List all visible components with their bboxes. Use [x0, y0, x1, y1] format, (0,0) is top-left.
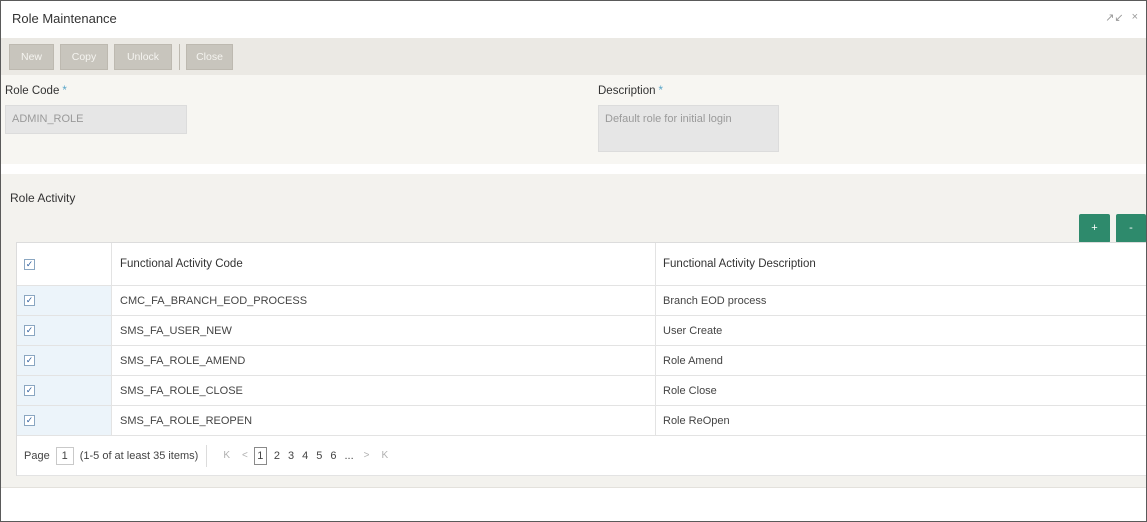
pager: Page 1 (1-5 of at least 35 items) K < 1 … — [17, 436, 1146, 476]
page-input[interactable]: 1 — [55, 446, 74, 465]
page-number[interactable]: 2 — [274, 450, 280, 462]
row-checkbox[interactable]: ✓ — [24, 325, 35, 336]
table-row[interactable]: ✓ SMS_FA_USER_NEW User Create — [17, 316, 1146, 346]
unlock-button[interactable]: Unlock — [114, 44, 172, 70]
pager-divider — [206, 444, 208, 467]
activity-description: Role Close — [663, 384, 717, 397]
column-header-code[interactable]: Functional Activity Code — [112, 243, 656, 285]
toolbar: New Copy Unlock Close — [1, 38, 1146, 75]
role-form: Role Code * ADMIN_ROLE Description * Defau… — [1, 75, 1146, 164]
activity-code: SMS_FA_ROLE_CLOSE — [112, 376, 656, 405]
role-code-label-text: Role Code — [5, 85, 60, 97]
activity-code: CMC_FA_BRANCH_EOD_PROCESS — [112, 286, 656, 315]
page-number[interactable]: 3 — [288, 450, 294, 462]
row-checkbox[interactable]: ✓ — [24, 355, 35, 366]
next-page-icon[interactable]: > — [364, 450, 370, 461]
table-row[interactable]: ✓ SMS_FA_ROLE_CLOSE Role Close — [17, 376, 1146, 406]
page-number[interactable]: 5 — [316, 450, 322, 462]
prev-page-icon[interactable]: < — [242, 450, 248, 461]
first-page-icon[interactable]: K — [223, 450, 230, 461]
row-select-cell: ✓ — [17, 286, 112, 315]
table-row[interactable]: ✓ SMS_FA_ROLE_AMEND Role Amend — [17, 346, 1146, 376]
new-button[interactable]: New — [9, 44, 54, 70]
role-activity-section: Role Activity + - ✓ Functional Activity … — [1, 174, 1146, 488]
activity-code: SMS_FA_ROLE_REOPEN — [112, 406, 656, 435]
toolbar-divider — [179, 44, 180, 70]
add-row-button[interactable]: + — [1079, 214, 1110, 243]
row-checkbox[interactable]: ✓ — [24, 295, 35, 306]
role-code-field[interactable]: ADMIN_ROLE — [5, 105, 187, 134]
activity-description: Role Amend — [663, 354, 723, 367]
activity-description: Branch EOD process — [663, 294, 767, 307]
row-select-cell: ✓ — [17, 346, 112, 375]
title-bar: Role Maintenance ↗↙ × — [1, 1, 1146, 37]
page-number[interactable]: 6 — [330, 450, 336, 462]
row-checkbox[interactable]: ✓ — [24, 385, 35, 396]
remove-row-button[interactable]: - — [1116, 214, 1146, 243]
page-number-current[interactable]: 1 — [253, 446, 267, 465]
description-field[interactable]: Default role for initial login — [598, 105, 779, 152]
close-button[interactable]: Close — [186, 44, 233, 70]
page-ellipsis[interactable]: ... — [344, 450, 353, 462]
window-title: Role Maintenance — [12, 11, 117, 26]
page-label: Page — [24, 449, 50, 462]
page-summary: (1-5 of at least 35 items) — [79, 449, 199, 462]
table-row[interactable]: ✓ SMS_FA_ROLE_REOPEN Role ReOpen — [17, 406, 1146, 436]
window-controls: ↗↙ × — [1105, 11, 1138, 24]
description-label-text: Description — [598, 85, 656, 97]
copy-button[interactable]: Copy — [60, 44, 108, 70]
last-page-icon[interactable]: K — [381, 450, 388, 461]
close-icon[interactable]: × — [1132, 11, 1138, 24]
activity-code: SMS_FA_ROLE_AMEND — [112, 346, 656, 375]
role-activity-grid: ✓ Functional Activity Code Functional Ac… — [16, 242, 1146, 476]
table-row[interactable]: ✓ CMC_FA_BRANCH_EOD_PROCESS Branch EOD p… — [17, 286, 1146, 316]
activity-code: SMS_FA_USER_NEW — [112, 316, 656, 345]
row-checkbox[interactable]: ✓ — [24, 415, 35, 426]
activity-description: Role ReOpen — [663, 414, 730, 427]
role-code-label: Role Code * — [5, 85, 67, 97]
select-all-checkbox[interactable]: ✓ — [24, 258, 35, 270]
grid-header: ✓ Functional Activity Code Functional Ac… — [17, 243, 1146, 286]
restore-icon[interactable]: ↗↙ — [1105, 11, 1123, 24]
required-marker: * — [62, 85, 67, 97]
row-select-cell: ✓ — [17, 406, 112, 435]
row-select-cell: ✓ — [17, 316, 112, 345]
column-header-description[interactable]: Functional Activity Description — [656, 243, 1146, 285]
required-marker: * — [658, 85, 664, 97]
row-select-cell: ✓ — [17, 376, 112, 405]
role-activity-title: Role Activity — [10, 191, 76, 205]
description-label: Description * — [598, 85, 663, 97]
activity-description: User Create — [663, 324, 723, 337]
page-number[interactable]: 4 — [302, 450, 308, 462]
role-maintenance-window: Role Maintenance ↗↙ × New Copy Unlock Cl… — [0, 0, 1147, 522]
select-all-cell: ✓ — [17, 243, 112, 285]
